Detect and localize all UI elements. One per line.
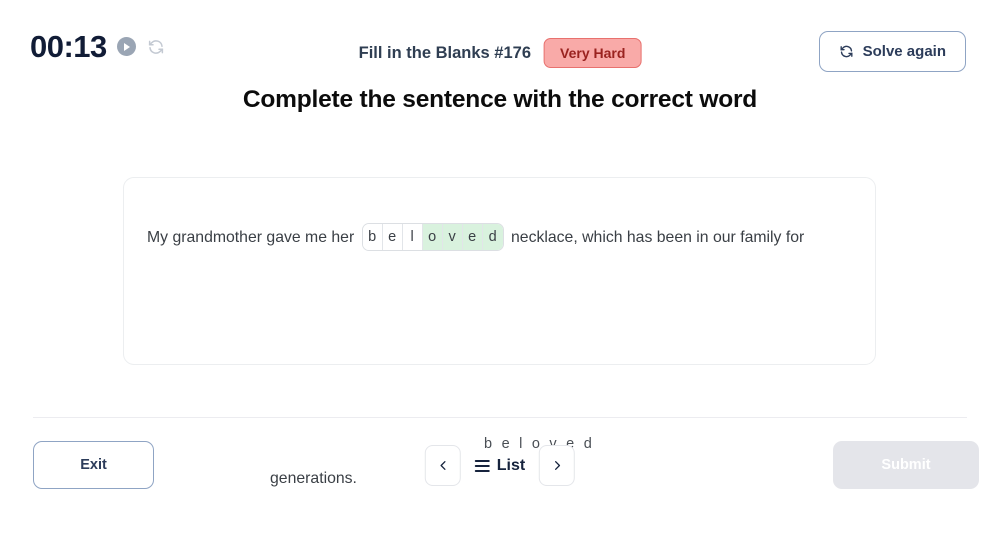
sentence-text-tail: generations. xyxy=(270,470,357,487)
letter-tile-5[interactable]: e xyxy=(462,223,483,250)
chevron-right-icon xyxy=(554,461,561,470)
navigation-group: List xyxy=(424,445,576,486)
header: 00:13 Fill in the Blanks #176 Very Hard xyxy=(0,0,1000,80)
timer-display: 00:13 xyxy=(30,29,107,64)
solve-again-label: Solve again xyxy=(862,43,946,60)
hamburger-icon xyxy=(474,459,490,472)
letter-tile-4[interactable]: v xyxy=(442,223,463,250)
next-button[interactable] xyxy=(539,445,576,486)
exit-button[interactable]: Exit xyxy=(33,441,154,489)
play-triangle xyxy=(124,42,131,51)
refresh-icon xyxy=(840,45,853,58)
quiz-page: 00:13 Fill in the Blanks #176 Very Hard xyxy=(0,0,1000,544)
title-group: Fill in the Blanks #176 Very Hard xyxy=(359,38,642,68)
sentence-container: My grandmother gave me her beloved neckl… xyxy=(147,222,847,254)
solve-again-button[interactable]: Solve again xyxy=(818,31,966,72)
previous-button[interactable] xyxy=(424,445,461,486)
letter-tile-3[interactable]: o xyxy=(422,223,443,250)
sentence-text-before: My grandmother gave me her xyxy=(147,229,359,246)
letter-tile-6[interactable]: d xyxy=(482,223,503,250)
play-icon[interactable] xyxy=(116,37,136,56)
submit-button[interactable]: Submit xyxy=(833,441,979,489)
question-card: My grandmother gave me her beloved neckl… xyxy=(123,177,876,487)
instruction-heading: Complete the sentence with the correct w… xyxy=(242,86,758,113)
letter-tile-1[interactable]: e xyxy=(382,223,403,250)
letter-tile-0[interactable]: b xyxy=(362,223,383,250)
list-button[interactable]: List xyxy=(473,457,527,475)
sentence-line-1: My grandmother gave me her beloved neckl… xyxy=(147,222,847,254)
page-title: Fill in the Blanks #176 xyxy=(358,43,532,62)
answer-tiles[interactable]: beloved xyxy=(361,222,504,251)
status-badge: Very Hard xyxy=(544,38,642,68)
chevron-left-icon xyxy=(439,461,446,470)
list-label: List xyxy=(496,456,526,474)
refresh-icon[interactable] xyxy=(146,37,166,57)
letter-tile-2[interactable]: l xyxy=(402,223,423,250)
sentence-text-after: necklace, which has been in our family f… xyxy=(506,229,805,246)
timer-group: 00:13 xyxy=(30,31,166,62)
footer-divider xyxy=(33,417,967,418)
